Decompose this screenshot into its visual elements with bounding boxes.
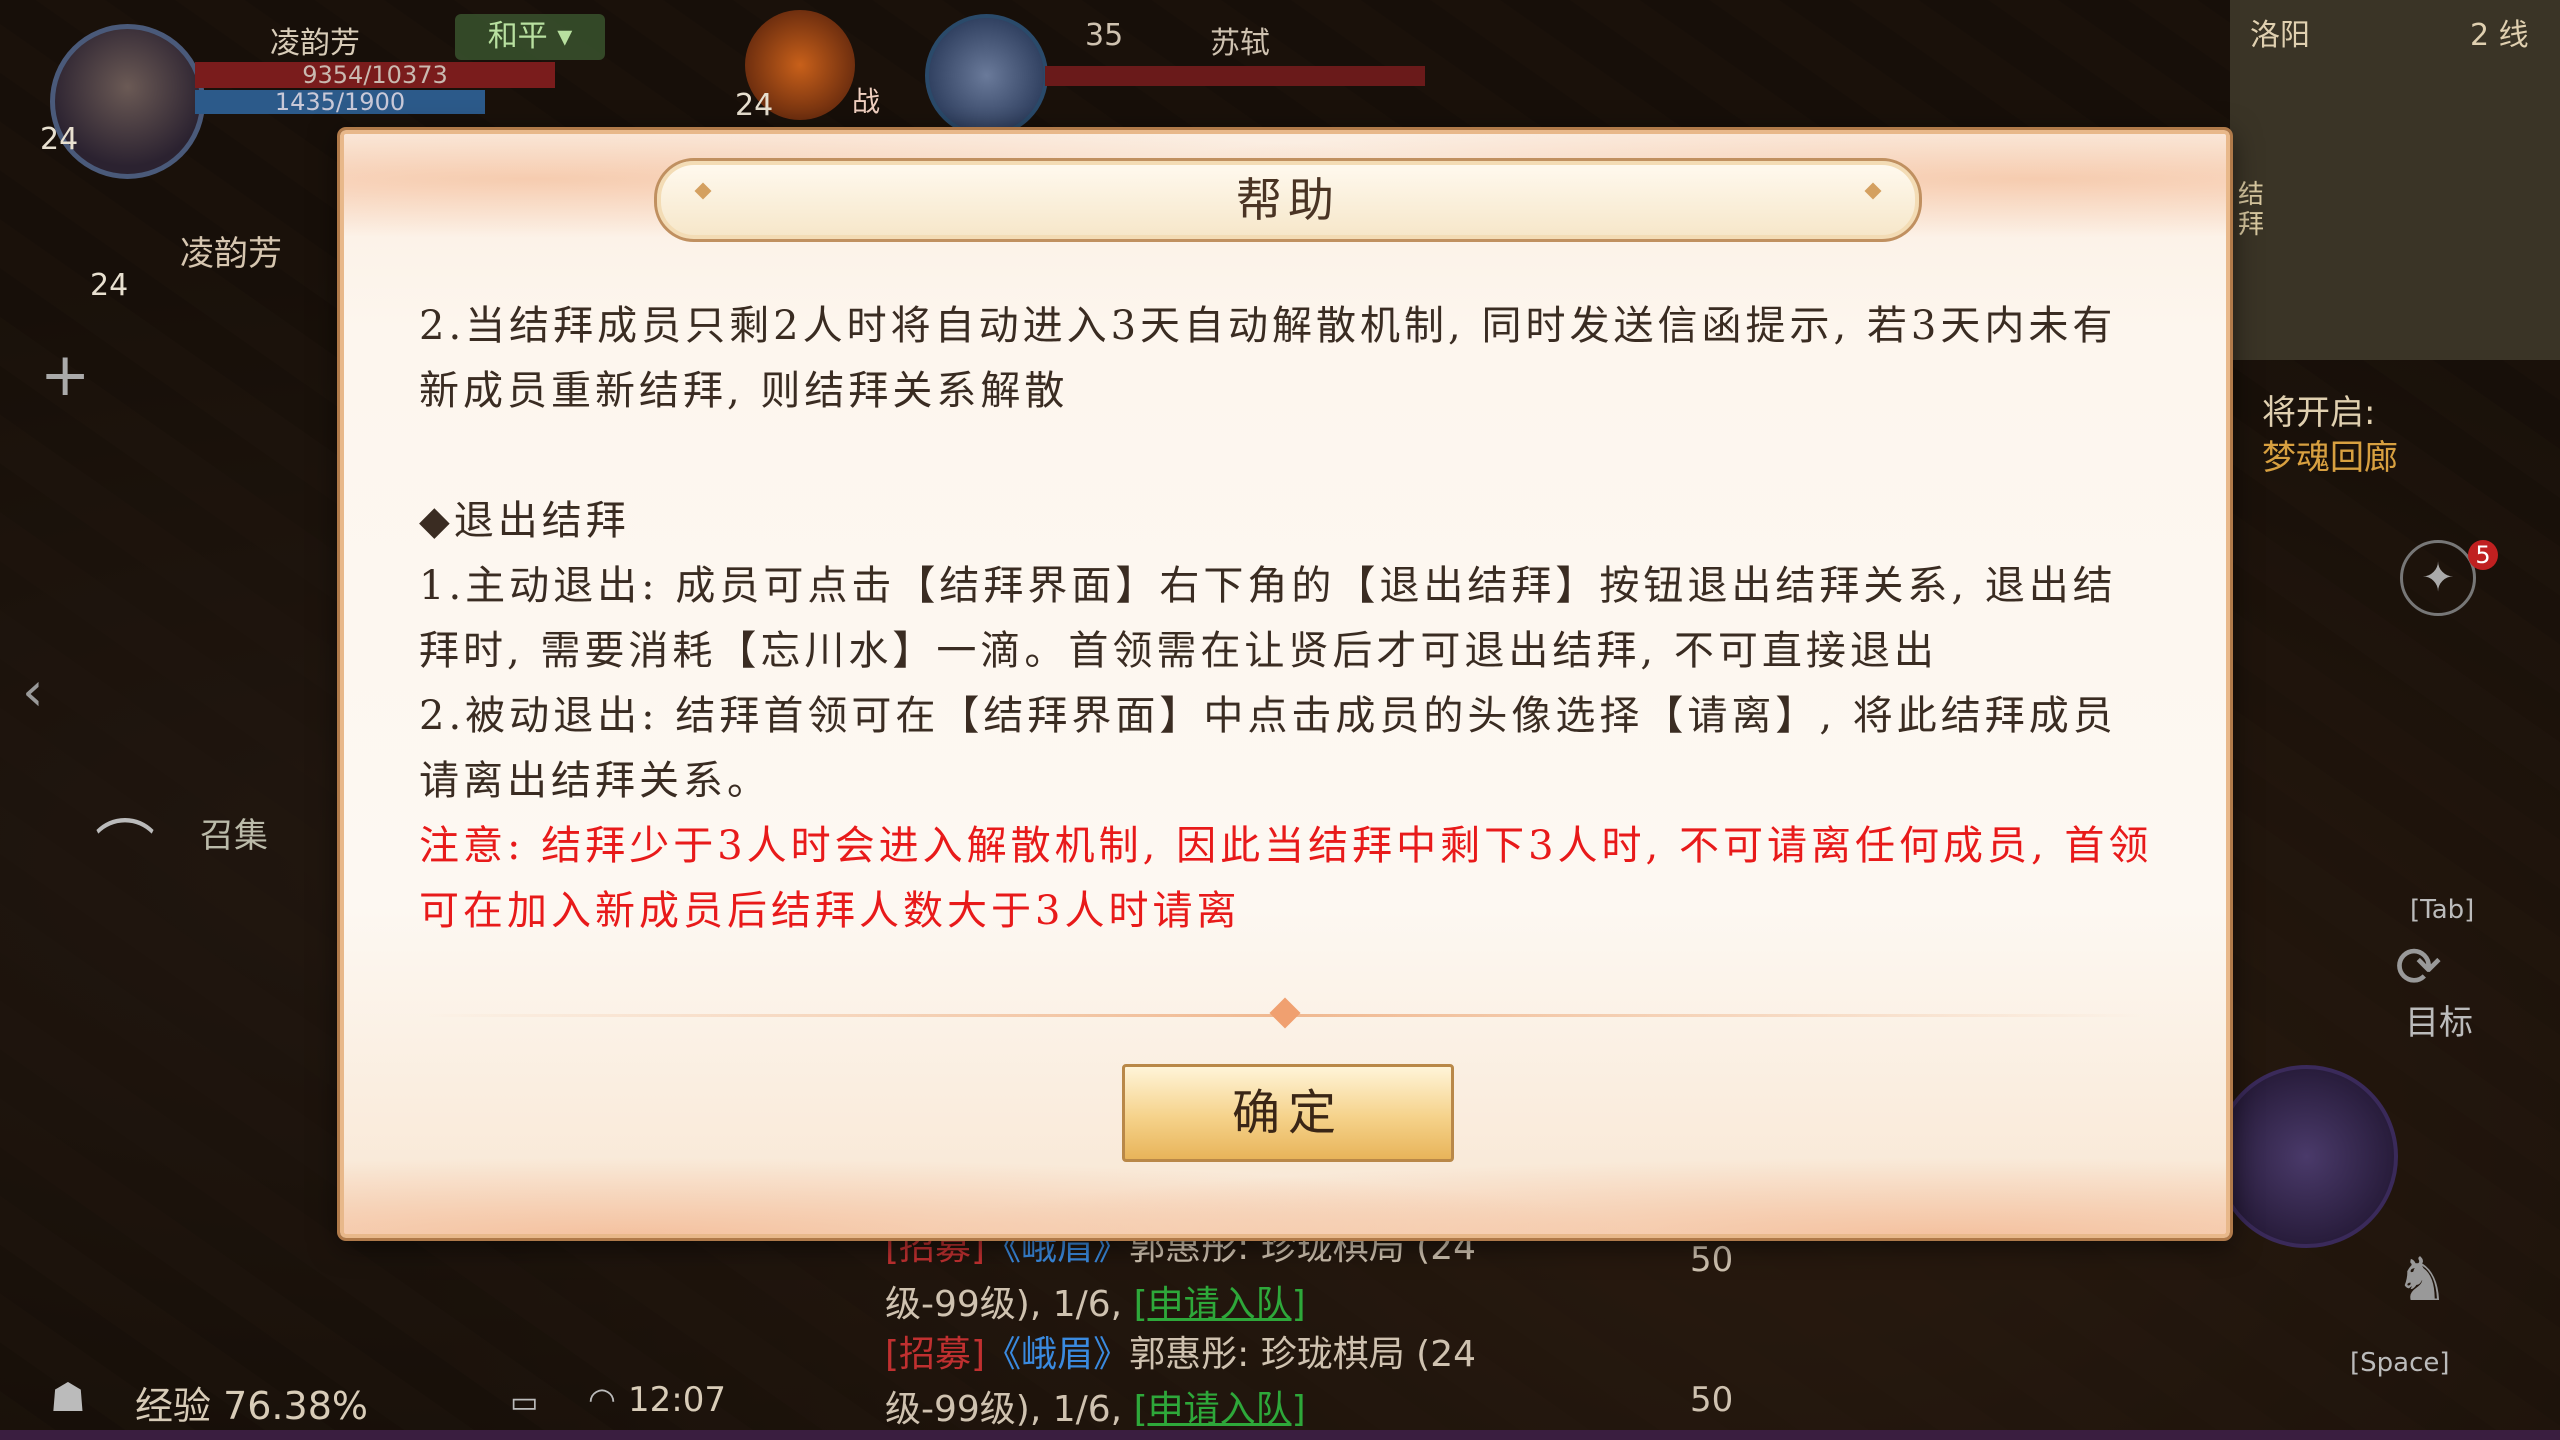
pk-mode-button[interactable]: 和平 ▾ [455,14,605,60]
map-side-label: 结拜 [2238,180,2265,240]
player-hp-bar: 9354/10373 [195,62,555,88]
help-paragraph: 2.被动退出: 结拜首领可在【结拜界面】中点击成员的头像选择【请离】, 将此结拜… [419,693,2117,804]
summon-button[interactable]: 召集 [200,808,268,857]
chat-sect: 《峨眉》 [985,1334,1130,1375]
jump-icon[interactable]: ♞ [2395,1245,2449,1315]
help-dialog: 帮助 2.当结拜成员只剩2人时将自动进入3天自动解散机制, 同时发送信函提示, … [340,130,2230,1238]
chat-tag: [招募] [885,1334,986,1375]
help-paragraph: 2.当结拜成员只剩2人时将自动进入3天自动解散机制, 同时发送信函提示, 若3天… [419,303,2117,414]
target-name: 苏轼 [1210,26,1270,61]
target-hp-bar [1045,66,1425,86]
chat-count: 50 [1690,1240,1734,1280]
collapse-arrow-icon[interactable]: ‹ [22,660,44,723]
target-avatar[interactable] [925,14,1048,137]
add-member-icon[interactable]: + [40,340,90,410]
chat-join-link[interactable]: [申请入队] [1134,1389,1306,1430]
player-name: 凌韵芳 [270,26,360,61]
switch-target-icon[interactable]: ⟳ [2395,935,2442,1000]
team-member-name[interactable]: 凌韵芳 [180,226,282,275]
battery-icon: ▭ [510,1385,539,1420]
experience-label: 经验 76.38% [135,1384,368,1428]
chat-text: 珍珑棋局 (24 [1260,1334,1477,1375]
compass-icon[interactable]: ✦ [2400,540,2476,616]
wifi-icon: ◠ [588,1380,616,1418]
help-section-heading: ◆退出结拜 [419,498,630,544]
quest-label: 将开启: [2262,393,2376,433]
help-content: 2.当结拜成员只剩2人时将自动进入3天自动解散机制, 同时发送信函提示, 若3天… [419,294,2159,944]
player-mp-bar: 1435/1900 [195,90,485,114]
help-paragraph: 1.主动退出: 成员可点击【结拜界面】右下角的【退出结拜】按钮退出结拜关系, 退… [419,563,2117,674]
chat-join-link[interactable]: [申请入队] [1134,1284,1306,1325]
dialog-title: 帮助 [1236,173,1340,227]
team-member-level: 24 [90,268,129,303]
chat-sender: 郭惠彤: [1129,1334,1250,1375]
chat-count: 50 [1690,1380,1734,1420]
chat-text: 级-99级), 1/6, [885,1389,1123,1430]
minimap[interactable] [2230,0,2560,360]
divider-gem-icon [1269,997,1301,1029]
headset-icon[interactable]: ⌒ [95,800,155,887]
confirm-button[interactable]: 确定 [1122,1064,1454,1162]
player-level: 24 [40,122,79,157]
space-key-hint: [Space] [2350,1348,2450,1378]
chat-line: 级-99级), 1/6, [申请入队] [885,1275,1306,1327]
quest-badge: 5 [2468,540,2498,570]
clock: 12:07 [628,1380,726,1420]
quest-target[interactable]: 梦魂回廊 [2262,430,2398,479]
chat-text: 级-99级), 1/6, [885,1284,1123,1325]
dialog-title-plaque: 帮助 [654,158,1922,242]
chat-line: 级-99级), 1/6, [申请入队] [885,1380,1306,1432]
tab-key-hint: [Tab] [2410,895,2475,925]
bottom-status-strip [0,1430,2560,1440]
map-city-name: 洛阳 [2250,18,2310,53]
team-icon[interactable]: ☗ [50,1375,86,1421]
main-skill-button[interactable] [2215,1065,2398,1248]
pet-level: 24 [735,88,774,123]
target-level: 35 [1085,18,1124,53]
chat-line: [招募]《峨眉》郭惠彤: 珍珑棋局 (24 [885,1325,1476,1377]
switch-target-button[interactable]: 目标 [2405,995,2473,1044]
ornament-icon [694,182,712,200]
pet-status: 战 [852,85,881,118]
ornament-icon [1864,182,1882,200]
help-warning: 注意: 结拜少于3人时会进入解散机制, 因此当结拜中剩下3人时, 不可请离任何成… [419,823,2153,934]
map-line-number[interactable]: 2 线 [2470,10,2529,54]
pk-mode-label: 和平 [487,19,548,54]
